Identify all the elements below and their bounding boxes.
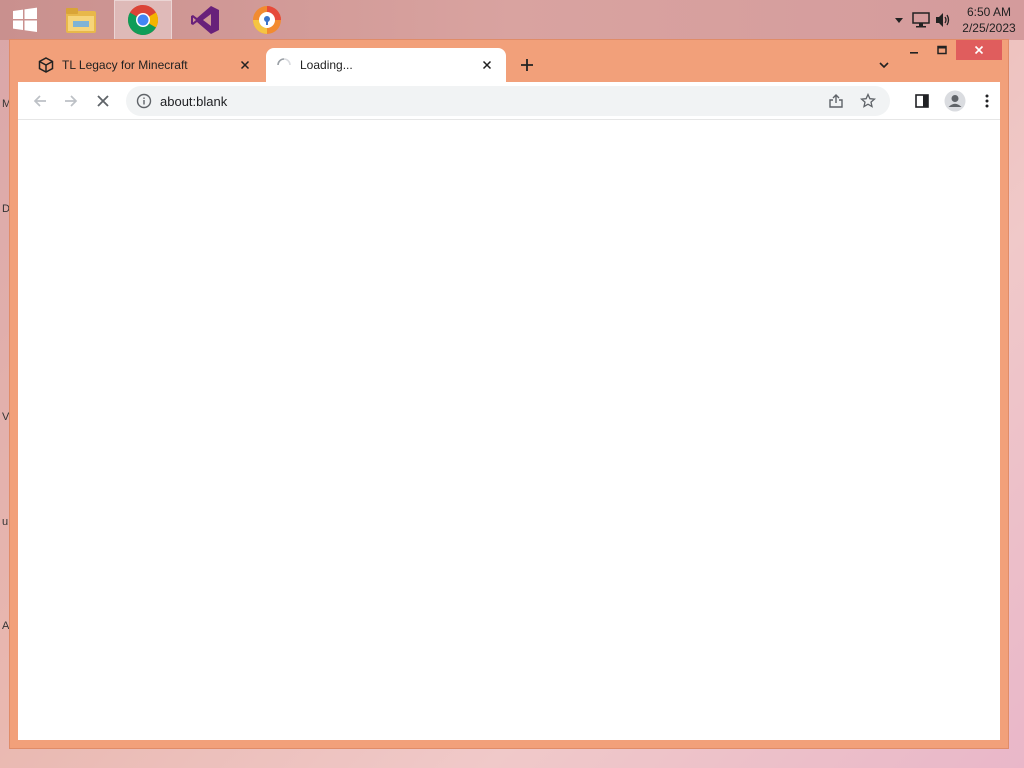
visual-studio-icon [191,6,219,34]
show-hidden-icons-icon[interactable] [888,9,910,31]
desktop-icon-label-fragment: D [2,203,10,215]
address-url[interactable]: about:blank [160,94,816,109]
profile-button[interactable] [942,88,968,114]
cube-icon [38,57,54,73]
close-icon [482,60,492,70]
taskbar-chrome[interactable] [114,0,172,40]
taskbar-file-explorer[interactable] [53,1,109,39]
address-bar[interactable]: about:blank [126,86,890,116]
volume-icon[interactable] [932,9,954,31]
shield-browser-icon [253,6,281,34]
taskbar-browser-app[interactable] [239,1,295,39]
tab-label: TL Legacy for Minecraft [62,58,188,72]
info-icon[interactable] [136,93,152,109]
taskbar: 6:50 AM 2/25/2023 [0,0,1024,40]
arrow-right-icon [65,95,78,107]
tab-loading[interactable]: Loading... [266,48,506,82]
tab-strip: TL Legacy for Minecraft Loading... [10,48,1008,82]
system-tray: 6:50 AM 2/25/2023 [888,0,1024,40]
stop-loading-button[interactable] [90,88,116,114]
tab-tl-legacy[interactable]: TL Legacy for Minecraft [28,48,264,82]
page-content[interactable] [18,120,1000,740]
close-tab-button[interactable] [236,56,254,74]
close-tab-button[interactable] [478,56,496,74]
arrow-left-icon [33,95,46,107]
more-vertical-icon [985,94,989,108]
network-icon[interactable] [910,9,932,31]
start-button[interactable] [0,1,50,39]
side-panel-icon [915,94,929,108]
tab-label: Loading... [300,58,353,72]
close-icon [240,60,250,70]
back-button[interactable] [27,88,53,114]
loading-spinner-icon [277,58,291,66]
windows-logo-icon [13,7,37,32]
browser-window: TL Legacy for Minecraft Loading... about… [10,40,1008,748]
chevron-down-icon [879,62,889,69]
browser-toolbar: about:blank [18,82,1000,120]
share-icon [829,94,843,108]
menu-button[interactable] [974,88,1000,114]
clock-date: 2/25/2023 [962,21,1016,35]
star-icon [860,93,876,108]
close-icon [97,95,109,107]
profile-avatar-icon [944,90,966,112]
folder-icon [66,8,96,33]
side-panel-button[interactable] [909,88,935,114]
tab-search-button[interactable] [872,53,896,77]
chrome-icon [127,4,159,36]
desktop-icon-label-fragment: V [2,411,10,423]
forward-button[interactable] [58,88,84,114]
desktop-icon-label-fragment: u [2,516,9,528]
bookmark-button[interactable] [856,89,880,113]
new-tab-button[interactable] [515,53,539,77]
clock-time: 6:50 AM [966,5,1012,19]
plus-icon [521,59,533,71]
taskbar-visual-studio[interactable] [177,1,233,39]
share-button[interactable] [824,89,848,113]
desktop-icon-label-fragment: A [2,620,10,632]
clock[interactable]: 6:50 AM 2/25/2023 [954,4,1024,36]
